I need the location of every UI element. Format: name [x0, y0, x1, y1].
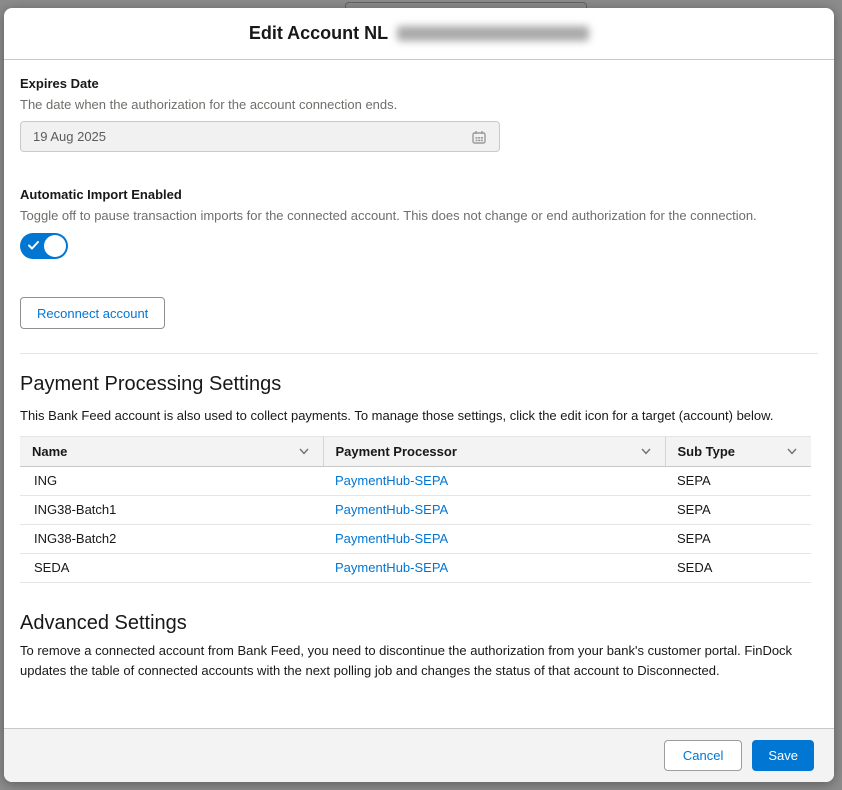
section-divider: [20, 353, 818, 354]
cancel-button[interactable]: Cancel: [664, 740, 742, 771]
expires-date-field: Expires Date The date when the authoriza…: [20, 74, 818, 152]
cell-payment-processor: PaymentHub-SEPA: [323, 466, 665, 495]
reconnect-row: Reconnect account: [20, 264, 818, 329]
cell-name: ING38-Batch1: [20, 495, 323, 524]
column-header-sub-type-label: Sub Type: [678, 444, 736, 459]
cell-sub-type: SEPA: [665, 495, 811, 524]
edit-account-modal: Edit Account NL Expires Date The date wh…: [4, 8, 834, 782]
advanced-settings-section: Advanced Settings To remove a connected …: [20, 611, 818, 681]
payment-processing-description: This Bank Feed account is also used to c…: [20, 406, 818, 426]
cell-sub-type: SEPA: [665, 524, 811, 553]
cell-name: SEDA: [20, 553, 323, 582]
table-row: ING38-Batch2 PaymentHub-SEPA SEPA: [20, 524, 811, 553]
column-header-name: Name: [20, 436, 323, 466]
cell-sub-type: SEPA: [665, 466, 811, 495]
modal-title-text: Edit Account NL: [249, 23, 388, 44]
cell-sub-type: SEDA: [665, 553, 811, 582]
reconnect-account-label: Reconnect account: [37, 306, 148, 321]
column-header-payment-processor-label: Payment Processor: [336, 444, 457, 459]
payment-targets-table: Name Payment Processor: [20, 436, 811, 583]
chevron-down-icon[interactable]: [639, 444, 653, 458]
automatic-import-toggle[interactable]: [20, 233, 68, 259]
cell-payment-processor: PaymentHub-SEPA: [323, 495, 665, 524]
advanced-settings-description: To remove a connected account from Bank …: [20, 641, 818, 681]
reconnect-account-button[interactable]: Reconnect account: [20, 297, 165, 329]
modal-content: Expires Date The date when the authoriza…: [4, 60, 834, 728]
dimmed-background-top: Search: [0, 0, 842, 8]
expires-date-input[interactable]: 19 Aug 2025: [20, 121, 500, 152]
payment-processing-heading: Payment Processing Settings: [20, 372, 818, 397]
table-row: ING38-Batch1 PaymentHub-SEPA SEPA: [20, 495, 811, 524]
payment-targets-tbody: ING PaymentHub-SEPA SEPA ING38-Batch1 Pa…: [20, 466, 811, 582]
automatic-import-label: Automatic Import Enabled: [20, 185, 818, 204]
save-button[interactable]: Save: [752, 740, 814, 771]
save-button-label: Save: [768, 748, 798, 763]
chevron-down-icon[interactable]: [785, 444, 799, 458]
table-row: ING PaymentHub-SEPA SEPA: [20, 466, 811, 495]
advanced-settings-heading: Advanced Settings: [20, 611, 818, 636]
payment-processor-link[interactable]: PaymentHub-SEPA: [335, 531, 448, 546]
toggle-knob: [44, 235, 66, 257]
payment-processor-link[interactable]: PaymentHub-SEPA: [335, 502, 448, 517]
modal-footer: Cancel Save: [4, 728, 834, 782]
cell-payment-processor: PaymentHub-SEPA: [323, 553, 665, 582]
column-header-name-label: Name: [32, 444, 67, 459]
payment-processor-link[interactable]: PaymentHub-SEPA: [335, 560, 448, 575]
automatic-import-field: Automatic Import Enabled Toggle off to p…: [20, 185, 818, 264]
column-header-sub-type: Sub Type: [665, 436, 811, 466]
modal-header: Edit Account NL: [4, 8, 834, 60]
expires-date-help: The date when the authorization for the …: [20, 95, 818, 114]
redacted-account-number: [397, 26, 589, 41]
cell-name: ING: [20, 466, 323, 495]
expires-date-label: Expires Date: [20, 74, 818, 93]
expires-date-value: 19 Aug 2025: [33, 129, 106, 144]
modal-title: Edit Account NL: [249, 23, 589, 44]
table-header-row: Name Payment Processor: [20, 436, 811, 466]
column-header-payment-processor: Payment Processor: [323, 436, 665, 466]
payment-processing-section: Payment Processing Settings This Bank Fe…: [20, 372, 818, 583]
calendar-icon[interactable]: [471, 129, 487, 145]
cell-name: ING38-Batch2: [20, 524, 323, 553]
automatic-import-help: Toggle off to pause transaction imports …: [20, 206, 818, 225]
cell-payment-processor: PaymentHub-SEPA: [323, 524, 665, 553]
table-row: SEDA PaymentHub-SEPA SEDA: [20, 553, 811, 582]
cancel-button-label: Cancel: [683, 748, 723, 763]
check-icon: [27, 239, 40, 257]
payment-processor-link[interactable]: PaymentHub-SEPA: [335, 473, 448, 488]
chevron-down-icon[interactable]: [297, 444, 311, 458]
